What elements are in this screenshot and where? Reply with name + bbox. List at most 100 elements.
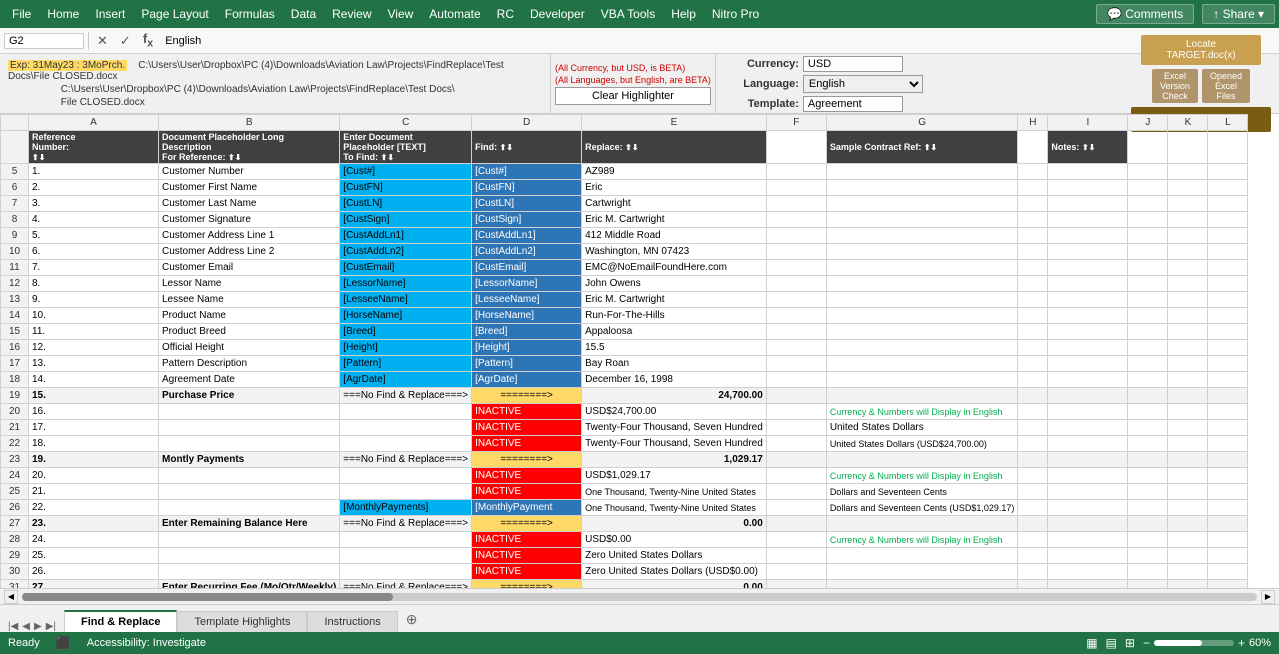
menu-nitro-pro[interactable]: Nitro Pro [704, 3, 767, 25]
tab-find-replace[interactable]: Find & Replace [64, 610, 177, 632]
col-header-I[interactable]: I [1048, 115, 1128, 131]
table-row: 8 4. Customer Signature [CustSign] [Cust… [1, 212, 1248, 228]
table-row: 18 14. Agreement Date [AgrDate] [AgrDate… [1, 372, 1248, 388]
comments-button[interactable]: 💬 Comments [1096, 4, 1194, 24]
file-path-section: Exp: 31May23 : 3MoPrch. C:\Users\User\Dr… [0, 54, 550, 113]
table-row: 22 18. INACTIVE Twenty-Four Thousand, Se… [1, 436, 1248, 452]
col-header-C[interactable]: C [340, 115, 472, 131]
cell-desc-2[interactable]: Customer First Name [159, 180, 340, 196]
formula-separator [88, 32, 89, 50]
cell-ref-2[interactable]: 2. [29, 180, 159, 196]
scroll-right-button[interactable]: ▶ [1261, 590, 1275, 604]
table-row: 20 16. INACTIVE USD$24,700.00 Currency &… [1, 404, 1248, 420]
clear-highlighter-button[interactable]: Clear Highlighter [555, 87, 711, 105]
col-header-A[interactable]: A [29, 115, 159, 131]
col-header-H[interactable]: H [1018, 115, 1048, 131]
zoom-out-button[interactable]: − [1143, 636, 1150, 650]
tab-template-highlights[interactable]: Template Highlights [177, 611, 307, 632]
tab-nav-next[interactable]: ▶ [34, 621, 42, 632]
menu-view[interactable]: View [380, 3, 422, 25]
zoom-slider[interactable] [1154, 640, 1234, 646]
cell-name-input[interactable] [4, 33, 84, 49]
row-num-header [1, 131, 29, 164]
cell-replace-2[interactable]: Eric [582, 180, 767, 196]
opened-excel-files-button[interactable]: Opened Excel Files [1202, 69, 1250, 103]
scroll-left-button[interactable]: ◀ [4, 590, 18, 604]
zoom-level: 60% [1249, 637, 1271, 649]
cell-k-2 [1168, 180, 1208, 196]
col-header-J[interactable]: J [1128, 115, 1168, 131]
col-header-K[interactable]: K [1168, 115, 1208, 131]
cell-placeholder-2[interactable]: [CustFN] [340, 180, 472, 196]
language-select[interactable]: English [803, 75, 923, 93]
menu-automate[interactable]: Automate [421, 3, 488, 25]
cell-find-1[interactable]: [Cust#] [472, 164, 582, 180]
template-input[interactable] [803, 96, 903, 112]
table-row: 29 25. INACTIVE Zero United States Dolla… [1, 548, 1248, 564]
col-header-F[interactable]: F [766, 115, 826, 131]
hscroll-thumb [22, 593, 393, 601]
file-name-row: File CLOSED.docx [8, 97, 542, 108]
cell-h-1 [1018, 164, 1048, 180]
menu-formulas[interactable]: Formulas [217, 3, 283, 25]
insert-function-icon[interactable]: fx [139, 31, 157, 50]
cancel-formula-icon[interactable]: ✕ [93, 33, 112, 49]
menu-help[interactable]: Help [663, 3, 704, 25]
cell-replace-1[interactable]: AZ989 [582, 164, 767, 180]
sheet-scroll[interactable]: A B C D E F G H I J K L Refe [0, 114, 1279, 588]
col-header-L[interactable]: L [1208, 115, 1248, 131]
table-row: 7 3. Customer Last Name [CustLN] [CustLN… [1, 196, 1248, 212]
cell-l-1 [1208, 164, 1248, 180]
col-header-E[interactable]: E [582, 115, 767, 131]
tab-instructions[interactable]: Instructions [307, 611, 397, 632]
menu-file[interactable]: File [4, 3, 39, 25]
formula-bar: ✕ ✓ fx [0, 28, 1279, 54]
accessibility-text: Accessibility: Investigate [87, 637, 206, 649]
spreadsheet: A B C D E F G H I J K L Refe [0, 114, 1248, 588]
page-break-view-button[interactable]: ⊞ [1125, 636, 1135, 650]
normal-view-button[interactable]: ▦ [1086, 636, 1097, 650]
menu-developer[interactable]: Developer [522, 3, 593, 25]
table-row: 5 1. Customer Number [Cust#] [Cust#] AZ9… [1, 164, 1248, 180]
cell-ref-1[interactable]: 1. [29, 164, 159, 180]
col-header-B[interactable]: B [159, 115, 340, 131]
cell-f-1 [766, 164, 826, 180]
excel-version-check-button[interactable]: Excel Version Check [1152, 69, 1198, 103]
cell-find-2[interactable]: [CustFN] [472, 180, 582, 196]
header-right: 💬 Comments ↑ Share ▾ [1096, 4, 1275, 24]
col-header-D[interactable]: D [472, 115, 582, 131]
cell-desc-1[interactable]: Customer Number [159, 164, 340, 180]
formula-input[interactable] [161, 34, 1275, 48]
menu-review[interactable]: Review [324, 3, 379, 25]
menu-page-layout[interactable]: Page Layout [133, 3, 216, 25]
table-row: 24 20. INACTIVE USD$1,029.17 Currency & … [1, 468, 1248, 484]
hscroll-track[interactable] [22, 593, 1257, 601]
confirm-formula-icon[interactable]: ✓ [116, 33, 135, 49]
table-row: 17 13. Pattern Description [Pattern] [Pa… [1, 356, 1248, 372]
tab-nav-first[interactable]: |◀ [8, 621, 18, 632]
menu-rc[interactable]: RC [489, 3, 522, 25]
zoom-in-button[interactable]: + [1238, 636, 1245, 650]
menu-vba-tools[interactable]: VBA Tools [593, 3, 663, 25]
table-row: 27 23. Enter Remaining Balance Here ===N… [1, 516, 1248, 532]
col-header-G[interactable]: G [826, 115, 1018, 131]
file-path-2: C:\Users\User\Dropbox\PC (4)\Downloads\A… [61, 84, 455, 95]
table-row: 6 2. Customer First Name [CustFN] [CustF… [1, 180, 1248, 196]
tab-nav-last[interactable]: ▶| [46, 621, 56, 632]
menu-home[interactable]: Home [39, 3, 87, 25]
cell-placeholder-1[interactable]: [Cust#] [340, 164, 472, 180]
menu-data[interactable]: Data [283, 3, 324, 25]
page-layout-view-button[interactable]: ▤ [1106, 636, 1117, 650]
menu-insert[interactable]: Insert [87, 3, 133, 25]
add-sheet-button[interactable]: ⊕ [398, 607, 426, 632]
header-find: Find: ⬆⬇ [472, 131, 582, 164]
share-button[interactable]: ↑ Share ▾ [1202, 4, 1275, 24]
locate-target-button[interactable]: Locate TARGET.doc(x) [1141, 35, 1261, 65]
status-right: ▦ ▤ ⊞ − + 60% [1086, 636, 1271, 650]
tab-nav-prev[interactable]: ◀ [22, 621, 30, 632]
header-empty-f [766, 131, 826, 164]
currency-input[interactable] [803, 56, 903, 72]
file-path-row-1: Exp: 31May23 : 3MoPrch. C:\Users\User\Dr… [8, 60, 542, 82]
table-row: 15 11. Product Breed [Breed] [Breed] App… [1, 324, 1248, 340]
cell-l-2 [1208, 180, 1248, 196]
